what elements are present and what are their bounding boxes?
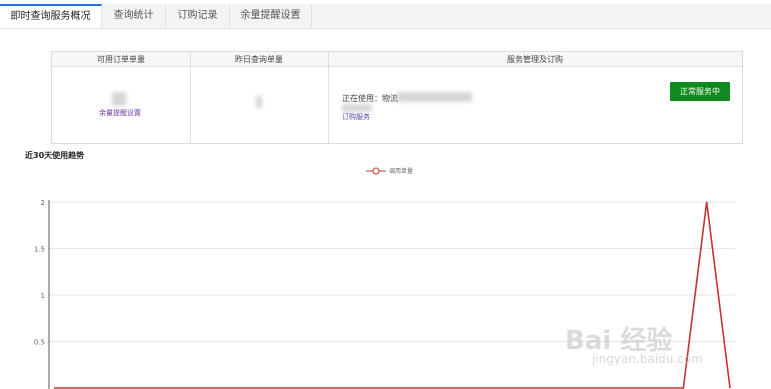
tab-bar: 即时查询服务概况 查询统计 订购记录 余量提醒设置 [0,4,771,29]
column-divider [190,52,191,143]
order-service-link[interactable]: 订购服务 [342,112,370,122]
blurred-value [397,92,472,102]
blurred-value [256,96,262,108]
table-header-service-management: 服务管理及订购 [328,52,742,67]
service-status-button[interactable]: 正常服务中 [670,82,730,101]
y-tick-label: 1 [41,292,45,300]
chart-legend[interactable]: 调用单量 [366,166,413,175]
legend-label: 调用单量 [389,168,414,175]
tab-query-stats[interactable]: 查询统计 [102,4,166,28]
y-tick-label: 2 [41,199,45,207]
tab-remain-reminder[interactable]: 余量提醒设置 [230,4,312,28]
chart-title: 近30天使用趋势 [25,151,85,160]
remain-reminder-link[interactable]: 余量提醒设置 [99,108,141,118]
tab-order-records[interactable]: 订购记录 [166,4,230,28]
watermark-url: jingyan.baidu.com [592,352,703,366]
blurred-value [342,104,372,112]
y-tick-label: 1.5 [34,246,45,254]
tab-service-overview[interactable]: 即时查询服务概况 [0,4,102,28]
table-header-available-orders: 可用订单单量 [52,52,190,67]
y-tick-label: 0.5 [34,339,45,347]
column-divider [328,52,329,143]
service-status-text: 正在使用：物流 [342,94,398,103]
service-table: 可用订单单量 昨日查询单量 服务管理及订购 余量提醒设置 正在使用：物流 订购服… [51,51,743,144]
table-header-yesterday-queries: 昨日查询单量 [190,52,328,67]
legend-line-icon [366,167,386,174]
blurred-value [112,92,126,106]
